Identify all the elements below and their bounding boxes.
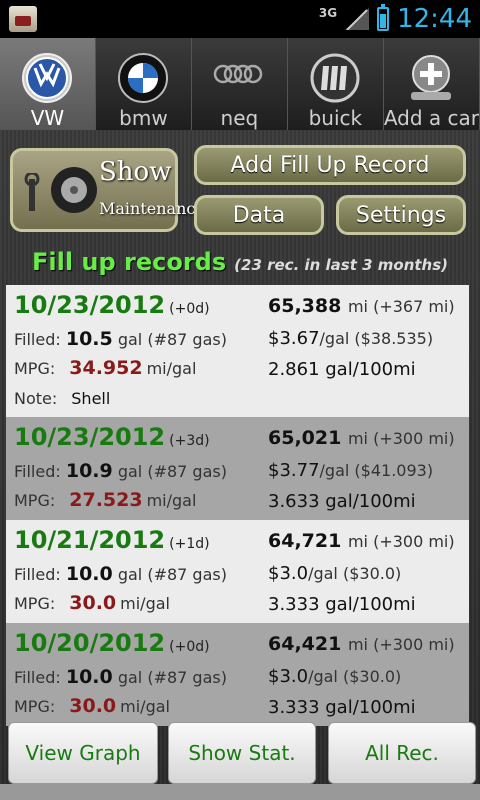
tab-label: Add a car bbox=[383, 106, 479, 130]
record-date: 10/23/2012 (+3d) bbox=[14, 423, 210, 451]
records-summary: (23 rec. in last 3 months) bbox=[234, 256, 449, 274]
record-item[interactable]: 10/20/2012 (+0d) 64,421 mi (+300 mi) Fill… bbox=[6, 623, 469, 726]
record-odometer: 65,388 mi (+367 mi) bbox=[268, 295, 455, 317]
tab-label: buick bbox=[308, 106, 363, 130]
all-records-button[interactable]: All Rec. bbox=[328, 722, 476, 784]
record-price: $3.0/gal ($30.0) bbox=[268, 666, 402, 687]
record-mpg: MPG: 34.952 mi/gal bbox=[14, 357, 197, 379]
bottom-strip bbox=[0, 784, 480, 800]
record-note: Note: Shell bbox=[14, 389, 111, 408]
data-button[interactable]: Data bbox=[194, 195, 324, 235]
clock: 12:44 bbox=[397, 4, 472, 34]
record-date: 10/20/2012 (+0d) bbox=[14, 629, 210, 657]
show-maintenance-button[interactable]: Show Maintenance bbox=[10, 148, 205, 232]
buick-logo-icon bbox=[310, 53, 360, 103]
bmw-logo-icon bbox=[118, 53, 169, 103]
record-per100: 3.333 gal/100mi bbox=[268, 697, 416, 718]
record-per100: 2.861 gal/100mi bbox=[268, 359, 416, 380]
record-price: $3.77/gal ($41.093) bbox=[268, 460, 434, 481]
car-tabs: VW bmw neq buick Add a car bbox=[0, 38, 480, 132]
records-title: Fill up records bbox=[31, 248, 227, 276]
battery-icon bbox=[377, 4, 390, 31]
tab-buick[interactable]: buick bbox=[288, 38, 384, 130]
tab-label: VW bbox=[30, 106, 65, 130]
record-filled: Filled: 10.0 gal (#87 gas) bbox=[14, 666, 227, 688]
record-mpg: MPG: 27.523 mi/gal bbox=[14, 489, 197, 511]
record-per100: 3.633 gal/100mi bbox=[268, 491, 416, 512]
tab-bmw[interactable]: bmw bbox=[96, 38, 192, 130]
record-odometer: 65,021 mi (+300 mi) bbox=[268, 427, 455, 449]
status-bar: 3G 12:44 bbox=[0, 0, 480, 38]
show-stat-button[interactable]: Show Stat. bbox=[168, 722, 316, 784]
record-filled: Filled: 10.9 gal (#87 gas) bbox=[14, 460, 227, 482]
record-date: 10/21/2012 (+1d) bbox=[14, 526, 210, 554]
tab-label: bmw bbox=[119, 106, 168, 130]
record-mpg: MPG: 30.0 mi/gal bbox=[14, 695, 170, 717]
tab-add-car[interactable]: Add a car bbox=[384, 38, 480, 130]
network-type: 3G bbox=[318, 6, 338, 20]
record-price: $3.0/gal ($30.0) bbox=[268, 563, 402, 584]
show-label: Show bbox=[99, 157, 172, 187]
app-notification-icon bbox=[9, 6, 37, 32]
wrench-icon bbox=[24, 173, 40, 211]
record-odometer: 64,721 mi (+300 mi) bbox=[268, 530, 455, 552]
record-mpg: MPG: 30.0 mi/gal bbox=[14, 592, 170, 614]
add-car-icon bbox=[411, 55, 452, 100]
record-item[interactable]: 10/23/2012 (+3d) 65,021 mi (+300 mi) Fill… bbox=[6, 417, 469, 520]
tab-vw[interactable]: VW bbox=[0, 38, 96, 130]
settings-button[interactable]: Settings bbox=[336, 195, 466, 235]
tab-label: neq bbox=[220, 106, 259, 130]
record-per100: 3.333 gal/100mi bbox=[268, 594, 416, 615]
records-header: Fill up records (23 rec. in last 3 month… bbox=[0, 248, 480, 282]
maintenance-label: Maintenance bbox=[99, 199, 205, 218]
record-price: $3.67/gal ($38.535) bbox=[268, 328, 434, 349]
record-filled: Filled: 10.0 gal (#87 gas) bbox=[14, 563, 227, 585]
records-list[interactable]: 10/23/2012 (+0d) 65,388 mi (+367 mi) Fill… bbox=[6, 285, 469, 735]
tab-neq[interactable]: neq bbox=[192, 38, 288, 130]
view-graph-button[interactable]: View Graph bbox=[8, 722, 158, 784]
record-date: 10/23/2012 (+0d) bbox=[14, 291, 210, 319]
vw-logo-icon bbox=[22, 53, 73, 103]
record-item[interactable]: 10/23/2012 (+0d) 65,388 mi (+367 mi) Fill… bbox=[6, 285, 469, 417]
audi-logo-icon bbox=[214, 64, 263, 84]
add-fill-up-record-button[interactable]: Add Fill Up Record bbox=[194, 145, 466, 185]
record-filled: Filled: 10.5 gal (#87 gas) bbox=[14, 328, 227, 350]
record-odometer: 64,421 mi (+300 mi) bbox=[268, 633, 455, 655]
record-item[interactable]: 10/21/2012 (+1d) 64,721 mi (+300 mi) Fill… bbox=[6, 520, 469, 623]
signal-icon bbox=[345, 8, 370, 30]
tire-icon bbox=[51, 167, 97, 213]
